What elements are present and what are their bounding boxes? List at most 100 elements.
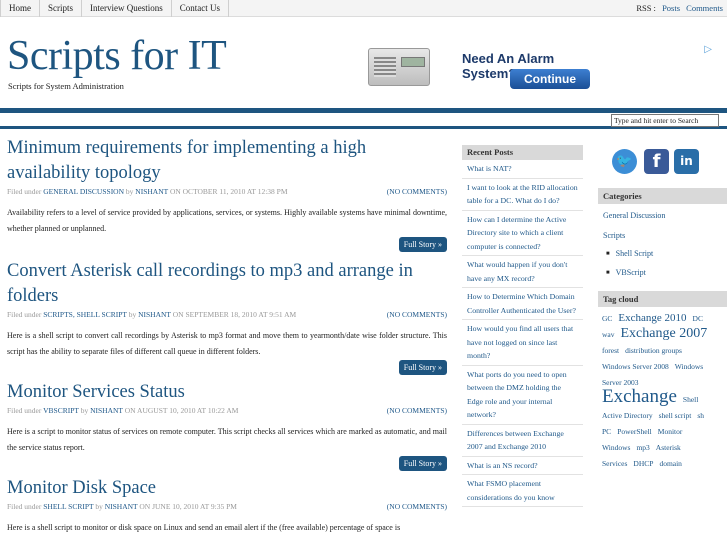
post: Convert Asterisk call recordings to mp3 … (7, 259, 447, 378)
post-author[interactable]: nishant (135, 187, 168, 196)
recent-post-link[interactable]: I want to look at the RID allocation tab… (462, 179, 583, 211)
post-meta: Filed under Scripts, Shell Script by nis… (7, 310, 447, 319)
tag-link[interactable]: Windows Server 2008 (602, 362, 669, 371)
alarm-panel-image (368, 48, 430, 86)
tag-link[interactable]: Windows (602, 443, 630, 452)
tag-link[interactable]: shell script (659, 411, 692, 420)
post-list: Minimum requirements for implementing a … (7, 136, 447, 536)
post-date: on August 10, 2010 at 10:22 am (124, 406, 239, 415)
tag-link[interactable]: DHCP (633, 459, 653, 468)
post-title[interactable]: Monitor Disk Space (7, 476, 447, 501)
tag-link[interactable]: Exchange (602, 386, 677, 407)
post-date: on September 18, 2010 at 9:51 am (172, 310, 297, 319)
post-excerpt: Availability refers to a level of servic… (7, 208, 447, 233)
post-category[interactable]: Scripts, Shell Script (43, 310, 127, 319)
post-excerpt: Here is a script to monitor status of se… (7, 427, 447, 452)
tag-link[interactable]: Asterisk (656, 443, 681, 452)
tag-link[interactable]: PowerShell (617, 427, 652, 436)
site-description: Scripts for System Administration (8, 81, 124, 91)
top-navigation: Home Scripts Interview Questions Contact… (0, 0, 727, 17)
post-comments-link[interactable]: (No Comments) (387, 502, 447, 511)
post-excerpt: Here is a shell script to monitor or dis… (7, 523, 401, 532)
post-date: on October 11, 2010 at 12:38 pm (169, 187, 288, 196)
search-input[interactable]: Type and hit enter to Search (611, 114, 719, 127)
post-title[interactable]: Minimum requirements for implementing a … (7, 136, 447, 186)
linkedin-icon[interactable]: in (674, 149, 699, 174)
tag-link[interactable]: mp3 (636, 443, 649, 452)
post-excerpt: Here is a shell script to convert call r… (7, 331, 447, 356)
recent-post-link[interactable]: How would you find all users that have n… (462, 320, 583, 366)
full-story-button[interactable]: Full Story » (398, 360, 447, 375)
tag-link[interactable]: Monitor (658, 427, 683, 436)
rss-label: RSS : (636, 3, 656, 13)
post-meta: Filed under General Discussion by nishan… (7, 187, 447, 196)
ad-continue-button[interactable]: Continue (510, 69, 590, 89)
tag-link[interactable]: sh (697, 411, 704, 420)
ad-choices-icon[interactable]: ▷ (704, 44, 712, 55)
categories-heading: Categories (598, 188, 727, 204)
tag-link[interactable]: wav (602, 330, 615, 339)
rss-posts-link[interactable]: Posts (662, 3, 680, 13)
post-category[interactable]: Shell Script (43, 502, 93, 511)
category-link[interactable]: General Discussion (603, 208, 722, 223)
tag-link[interactable]: Active Directory (602, 411, 653, 420)
full-story-button[interactable]: Full Story » (398, 456, 447, 471)
main-menu: Home Scripts Interview Questions Contact… (0, 0, 229, 17)
post-comments-link[interactable]: (No Comments) (387, 187, 447, 196)
post-author[interactable]: nishant (138, 310, 171, 319)
tag-link[interactable]: Exchange 2010 (618, 312, 686, 324)
site-title[interactable]: Scripts for IT (7, 33, 227, 79)
tag-link[interactable]: Exchange 2007 (621, 326, 708, 341)
nav-interview-questions[interactable]: Interview Questions (82, 0, 172, 17)
categories-list: General Discussion Scripts Shell Script … (598, 204, 727, 283)
tag-link[interactable]: PC (602, 427, 611, 436)
post: Minimum requirements for implementing a … (7, 136, 447, 255)
recent-post-link[interactable]: What FSMO placement considerations do yo… (462, 475, 583, 507)
tag-link[interactable]: Services (602, 459, 627, 468)
post-meta: Filed under Shell Script by nishant on J… (7, 502, 447, 511)
nav-scripts[interactable]: Scripts (40, 0, 83, 17)
tag-link[interactable]: GC (602, 314, 612, 323)
category-link[interactable]: Scripts (603, 228, 722, 243)
post-comments-link[interactable]: (No Comments) (387, 406, 447, 415)
post: Monitor Services Status Filed under VBSc… (7, 380, 447, 474)
tag-cloud: GC Exchange 2010 DC wav Exchange 2007 fo… (598, 307, 718, 474)
post-title[interactable]: Convert Asterisk call recordings to mp3 … (7, 259, 447, 309)
social-links: 🐦 f in (598, 145, 727, 181)
post-category[interactable]: VBScript (43, 406, 79, 415)
nav-home[interactable]: Home (0, 0, 40, 17)
post: Monitor Disk Space Filed under Shell Scr… (7, 476, 447, 536)
post-comments-link[interactable]: (No Comments) (387, 310, 447, 319)
recent-posts-list: What is NAT? I want to look at the RID a… (462, 160, 583, 507)
tag-link[interactable]: distribution groups (625, 346, 682, 355)
nav-contact-us[interactable]: Contact Us (172, 0, 229, 17)
recent-post-link[interactable]: What would happen if you don't have any … (462, 256, 583, 288)
recent-post-link[interactable]: What is NAT? (462, 160, 583, 179)
post-date: on June 10, 2010 at 9:35 pm (139, 502, 237, 511)
full-story-button[interactable]: Full Story » (398, 237, 447, 252)
post-author[interactable]: nishant (105, 502, 138, 511)
recent-post-link[interactable]: What ports do you need to open between t… (462, 366, 583, 425)
recent-post-link[interactable]: How to Determine Which Domain Controller… (462, 288, 583, 320)
tag-link[interactable]: Shell (683, 395, 698, 404)
post-category[interactable]: General Discussion (43, 187, 124, 196)
facebook-icon[interactable]: f (644, 149, 669, 174)
recent-posts-widget: Recent Posts What is NAT? I want to look… (462, 145, 583, 507)
post-author[interactable]: nishant (90, 406, 123, 415)
right-sidebar: 🐦 f in Categories General Discussion Scr… (598, 145, 727, 474)
recent-post-link[interactable]: Differences between Exchange 2007 and Ex… (462, 425, 583, 457)
tag-link[interactable]: forest (602, 346, 619, 355)
subcategory-link[interactable]: VBScript (603, 264, 722, 283)
recent-post-link[interactable]: What is an NS record? (462, 457, 583, 475)
rss-comments-link[interactable]: Comments (686, 3, 723, 13)
recent-post-link[interactable]: How can I determine the Active Directory… (462, 211, 583, 256)
twitter-icon[interactable]: 🐦 (612, 149, 637, 174)
advertisement-banner[interactable]: Need An Alarm System? Continue ▷ (362, 42, 712, 94)
subcategory-link[interactable]: Shell Script (603, 245, 722, 264)
rss-links: RSS : Posts Comments (636, 0, 723, 16)
tag-cloud-heading: Tag cloud (598, 291, 727, 307)
tag-link[interactable]: domain (659, 459, 682, 468)
post-title[interactable]: Monitor Services Status (7, 380, 447, 405)
recent-posts-heading: Recent Posts (462, 145, 583, 160)
tag-link[interactable]: DC (693, 314, 703, 323)
